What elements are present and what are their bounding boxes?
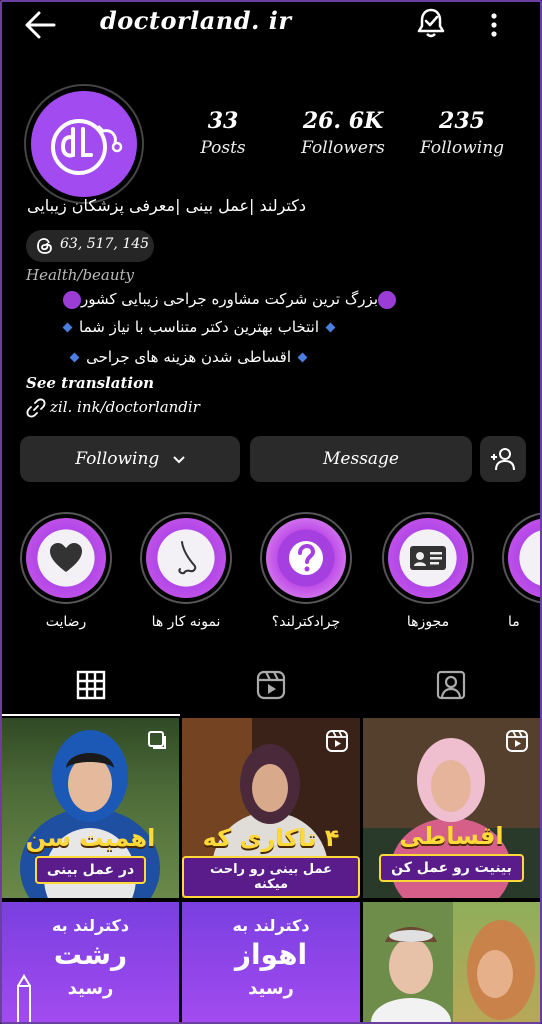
post-tile[interactable]: اهمیت سن در عمل بینی [2, 718, 179, 898]
highlight-4[interactable]: مجوزها [382, 512, 474, 630]
reel-icon [506, 730, 528, 752]
highlight-label: رضایت [45, 614, 87, 630]
profile-category: Health/beauty [26, 266, 135, 284]
bio-line-3: اقساطی شدن هزینه های جراحی [63, 348, 314, 366]
post-tile[interactable] [363, 902, 540, 1024]
profile-link[interactable]: zil. ink/doctorlandir [26, 398, 200, 418]
tagged-icon[interactable] [436, 670, 466, 700]
reel-icon [326, 730, 348, 752]
purple-circle-icon [62, 290, 81, 309]
highlight-label: ما [508, 614, 520, 630]
profile-link-text: zil. ink/doctorlandir [50, 398, 200, 416]
avatar[interactable] [31, 91, 137, 197]
building-icon [17, 974, 31, 1024]
post-tile[interactable]: دکترلند به اهواز رسید [182, 902, 360, 1024]
post-title-line1: اقساطی [399, 822, 504, 850]
highlight-1[interactable]: رضایت [20, 512, 112, 630]
highlight-cover [26, 518, 106, 598]
highlight-ring [20, 512, 112, 604]
highlight-label: مجوزها [406, 614, 450, 630]
back-arrow-icon[interactable] [24, 10, 58, 40]
link-icon [26, 398, 46, 418]
post-title-line2: رشت [53, 938, 128, 971]
profile-username: doctorland. ir [100, 6, 292, 35]
reels-icon[interactable] [256, 670, 286, 700]
followers-label: Followers [301, 138, 385, 158]
following-count: 235 [439, 108, 485, 134]
post-title: اقساطی بینیت رو عمل کن [363, 822, 540, 882]
stat-following[interactable]: 235 Following [420, 108, 504, 158]
highlight-label: نمونه کار ها [151, 614, 221, 630]
post-title-line1: اهمیت سن [25, 824, 156, 852]
more-options-icon[interactable] [484, 10, 504, 40]
posts-label: Posts [200, 138, 246, 158]
highlight-cover [146, 518, 226, 598]
highlight-5[interactable]: ما [502, 512, 542, 630]
post-title-line2: بینیت رو عمل کن [379, 854, 524, 882]
chevron-down-icon [173, 455, 185, 463]
bio-line-1: بزرگ ترین شرکت مشاوره جراحی زیبایی کشور [62, 290, 396, 309]
threads-count: 63, 517, 145 [60, 236, 150, 252]
post-title: اهمیت سن در عمل بینی [2, 824, 179, 884]
bio-line-2-text: انتخاب بهترین دکتر متناسب با نیاز شما [79, 318, 319, 336]
post-title-line2: عمل بینی رو راحت میکنه [182, 856, 360, 898]
profile-display-name: دکترلند |عمل بینی |معرفی پزشکان زیبایی [27, 196, 306, 215]
highlight-2[interactable]: نمونه کار ها [140, 512, 232, 630]
post-title-line1: دکترلند به [232, 916, 310, 935]
top-bar: doctorland. ir [0, 0, 542, 52]
bio-line-3-text: اقساطی شدن هزینه های جراحی [86, 348, 291, 366]
post-tile[interactable]: اقساطی بینیت رو عمل کن [363, 718, 540, 898]
highlight-label: چرادکترلند؟ [271, 614, 341, 630]
threads-badge[interactable]: 63, 517, 145 [26, 230, 154, 262]
post-photo-brides [363, 902, 535, 1024]
post-title: ۴ تاکاری که عمل بینی رو راحت میکنه [182, 824, 360, 898]
suggest-people-button[interactable] [480, 436, 526, 482]
see-translation-link[interactable]: See translation [26, 374, 154, 392]
nose-icon [178, 541, 197, 575]
blue-diamond-icon [69, 352, 80, 363]
stat-posts[interactable]: 33 Posts [186, 108, 260, 158]
post-tile[interactable]: ۴ تاکاری که عمل بینی رو راحت میکنه [182, 718, 360, 898]
highlight-ring [260, 512, 352, 604]
id-card-icon [410, 546, 446, 570]
highlight-ring [382, 512, 474, 604]
heart-icon [50, 543, 82, 572]
post-title-line1: ۴ تاکاری که [202, 824, 340, 852]
active-tab-indicator [0, 714, 180, 716]
post-title-line2: اهواز [234, 938, 308, 971]
notification-bell-check-icon[interactable] [414, 6, 448, 40]
message-button[interactable]: Message [250, 436, 472, 482]
grid-icon[interactable] [76, 670, 106, 700]
highlight-cover [508, 518, 542, 598]
threads-icon [37, 238, 52, 254]
stat-followers[interactable]: 26. 6K Followers [300, 108, 386, 158]
doctorland-logo [51, 119, 123, 175]
highlight-ring [502, 512, 542, 604]
post-title-line1: دکترلند به [51, 916, 130, 935]
following-label: Following [420, 138, 505, 158]
bio-line-2: انتخاب بهترین دکتر متناسب با نیاز شما [56, 318, 342, 336]
blue-diamond-icon [325, 322, 336, 333]
blue-diamond-icon [297, 352, 308, 363]
message-button-label: Message [323, 449, 399, 469]
highlight-ring [140, 512, 232, 604]
carousel-icon [148, 731, 166, 749]
followers-count: 26. 6K [302, 108, 384, 134]
posts-count: 33 [207, 108, 239, 134]
highlight-cover [266, 518, 346, 598]
following-button[interactable]: Following [20, 436, 240, 482]
blue-diamond-icon [62, 322, 73, 333]
add-user-icon [491, 448, 515, 471]
post-tile[interactable]: دکترلند به رشت رسید [2, 902, 179, 1024]
purple-circle-icon [378, 290, 396, 309]
post-title-line3: رسید [248, 978, 294, 999]
post-title-line2: در عمل بینی [34, 856, 147, 884]
question-icon [289, 541, 323, 575]
bio-line-1-text: بزرگ ترین شرکت مشاوره جراحی زیبایی کشور [80, 290, 378, 308]
highlight-cover [388, 518, 468, 598]
highlight-3[interactable]: چرادکترلند؟ [260, 512, 352, 630]
following-button-label: Following [75, 449, 160, 469]
